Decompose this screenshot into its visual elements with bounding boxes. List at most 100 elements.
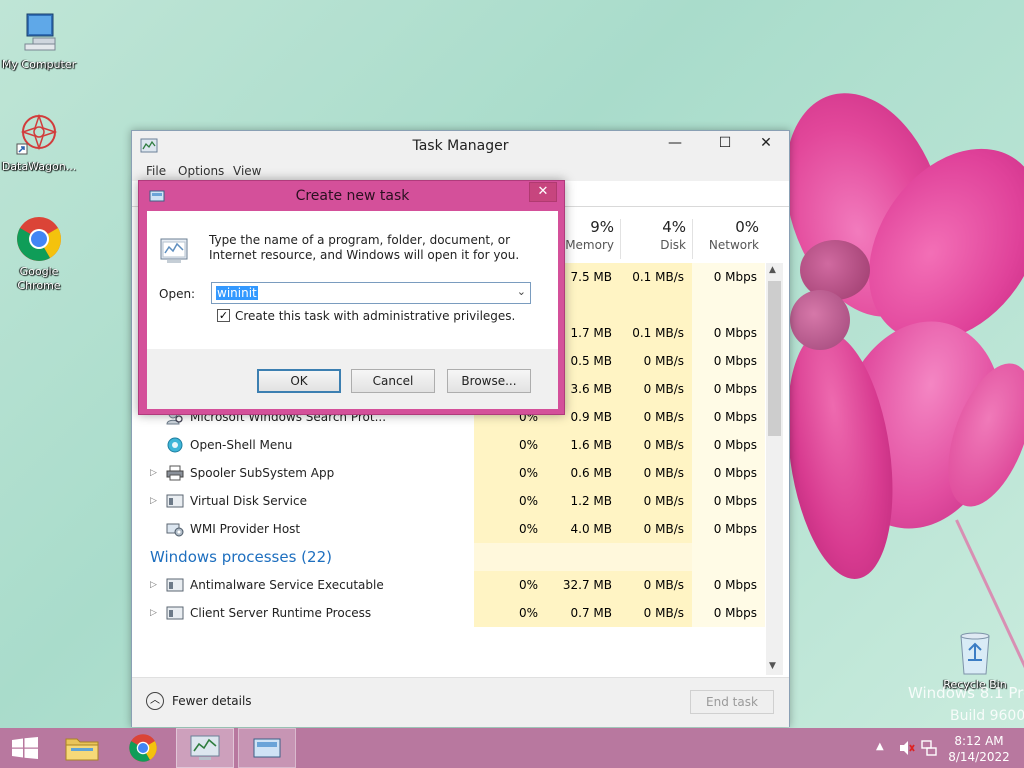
volume-muted-icon[interactable] bbox=[898, 739, 916, 760]
process-row[interactable]: WMI Provider Host 0% 4.0 MB 0 MB/s 0 Mbps bbox=[132, 515, 765, 543]
end-task-button[interactable]: End task bbox=[690, 690, 774, 714]
desktop-icon-label: My Computer bbox=[1, 58, 77, 71]
windows-logo-icon bbox=[12, 737, 38, 762]
desktop-icon-recycle-bin[interactable]: Recycle Bin bbox=[936, 630, 1014, 692]
process-disk: 0 MB/s bbox=[620, 403, 692, 431]
recycle-bin-icon bbox=[955, 630, 995, 676]
process-network: 0 Mbps bbox=[692, 459, 765, 487]
run-dialog-icon bbox=[253, 738, 281, 761]
expand-arrow-icon[interactable]: ▷ bbox=[150, 608, 157, 618]
show-hidden-icons-icon[interactable]: ▲ bbox=[876, 741, 884, 752]
taskbar: ▲ 8:12 AM 8/14/2022 bbox=[0, 728, 1024, 768]
taskbar-file-explorer[interactable] bbox=[56, 728, 108, 768]
process-network: 0 Mbps bbox=[692, 515, 765, 543]
process-disk: 0.1 MB/s bbox=[620, 319, 692, 347]
start-button[interactable] bbox=[0, 728, 48, 768]
folder-icon bbox=[65, 734, 99, 765]
process-disk: 0 MB/s bbox=[620, 347, 692, 375]
disk-label: Disk bbox=[660, 238, 686, 252]
process-name: WMI Provider Host bbox=[190, 522, 301, 536]
process-cpu: 0% bbox=[474, 571, 546, 599]
wallpaper-flower-center bbox=[790, 290, 850, 350]
ok-button[interactable]: OK bbox=[257, 369, 341, 393]
network-label: Network bbox=[708, 238, 759, 252]
process-list-scrollbar[interactable]: ▲ ▼ bbox=[766, 263, 783, 675]
dialog-body: Type the name of a program, folder, docu… bbox=[147, 211, 558, 409]
desktop-icon-label: DataWagon... bbox=[1, 160, 77, 173]
process-memory: 1.6 MB bbox=[546, 431, 620, 459]
process-disk: 0.1 MB/s bbox=[620, 263, 692, 291]
process-network bbox=[692, 291, 765, 319]
process-disk bbox=[620, 291, 692, 319]
process-row[interactable]: Open-Shell Menu 0% 1.6 MB 0 MB/s 0 Mbps bbox=[132, 431, 765, 459]
service-icon bbox=[166, 493, 184, 509]
process-network: 0 Mbps bbox=[692, 571, 765, 599]
chevron-down-icon[interactable]: ⌄ bbox=[517, 285, 526, 298]
maximize-button[interactable]: ☐ bbox=[712, 133, 738, 155]
close-button[interactable]: ✕ bbox=[746, 133, 786, 155]
process-row[interactable]: ▷ Virtual Disk Service 0% 1.2 MB 0 MB/s 0 Mbp… bbox=[132, 487, 765, 515]
column-header-disk[interactable]: 4% Disk bbox=[620, 218, 686, 252]
clock-date[interactable]: 8/14/2022 bbox=[938, 750, 1020, 764]
shell-icon bbox=[166, 437, 184, 453]
process-disk: 0 MB/s bbox=[620, 375, 692, 403]
desktop-icon-google-chrome[interactable]: Google Chrome bbox=[0, 215, 78, 293]
taskbar-chrome[interactable] bbox=[116, 728, 170, 768]
process-disk: 0 MB/s bbox=[620, 571, 692, 599]
taskbar-task-manager[interactable] bbox=[176, 728, 234, 768]
process-name: Spooler SubSystem App bbox=[190, 466, 335, 480]
minimize-button[interactable]: — bbox=[662, 133, 688, 155]
browse-button[interactable]: Browse... bbox=[447, 369, 531, 393]
expand-arrow-icon[interactable]: ▷ bbox=[150, 580, 157, 590]
task-manager-icon bbox=[190, 735, 220, 764]
process-memory: 4.0 MB bbox=[546, 515, 620, 543]
group-cell-filler bbox=[474, 543, 546, 571]
open-combobox[interactable]: wininit ⌄ bbox=[211, 282, 531, 304]
process-cpu: 0% bbox=[474, 515, 546, 543]
chevron-up-icon: ︿ bbox=[146, 692, 164, 710]
menu-bar: File Options View bbox=[132, 161, 789, 181]
desktop-icon-my-computer[interactable]: My Computer bbox=[0, 8, 78, 72]
close-icon: ✕ bbox=[537, 184, 549, 199]
cancel-button[interactable]: Cancel bbox=[351, 369, 435, 393]
computer-icon bbox=[15, 8, 63, 56]
process-memory: 0.6 MB bbox=[546, 459, 620, 487]
process-group-header[interactable]: Windows processes (22) bbox=[132, 543, 765, 571]
clock-time[interactable]: 8:12 AM bbox=[938, 734, 1020, 748]
admin-privileges-label[interactable]: Create this task with administrative pri… bbox=[235, 309, 515, 323]
menu-file[interactable]: File bbox=[146, 164, 166, 178]
expand-arrow-icon[interactable]: ▷ bbox=[150, 496, 157, 506]
column-header-network[interactable]: 0% Network bbox=[692, 218, 759, 252]
process-network: 0 Mbps bbox=[692, 319, 765, 347]
process-row[interactable]: ▷ Antimalware Service Executable 0% 32.7 MB… bbox=[132, 571, 765, 599]
task-manager-titlebar[interactable]: Task Manager — ☐ ✕ bbox=[132, 131, 789, 161]
taskbar-create-new-task[interactable] bbox=[238, 728, 296, 768]
menu-options[interactable]: Options bbox=[178, 164, 224, 178]
menu-view[interactable]: View bbox=[233, 164, 261, 178]
process-name: Open-Shell Menu bbox=[190, 438, 293, 452]
process-name: Client Server Runtime Process bbox=[190, 606, 372, 620]
desktop-icon-datawagon[interactable]: DataWagon... bbox=[0, 110, 78, 174]
wmi-icon bbox=[166, 521, 184, 537]
task-manager-footer: ︿ Fewer details End task bbox=[132, 677, 789, 727]
network-icon[interactable] bbox=[920, 739, 938, 760]
chrome-icon bbox=[128, 733, 158, 766]
windows-build-watermark: Build 9600 bbox=[950, 708, 1024, 724]
group-cell-filler bbox=[620, 543, 692, 571]
scroll-down-icon[interactable]: ▼ bbox=[769, 661, 776, 671]
process-row[interactable]: ▷ Spooler SubSystem App 0% 0.6 MB 0 MB/s 0 Mb… bbox=[132, 459, 765, 487]
windows-edition-watermark: Windows 8.1 Pro bbox=[908, 684, 1024, 702]
minimize-icon: — bbox=[668, 135, 682, 151]
dialog-close-button[interactable]: ✕ bbox=[529, 182, 557, 202]
scroll-up-icon[interactable]: ▲ bbox=[769, 265, 776, 275]
checkmark-icon: ✓ bbox=[218, 309, 229, 322]
process-row[interactable]: ▷ Client Server Runtime Process 0% 0.7 MB 0 … bbox=[132, 599, 765, 627]
scrollbar-thumb[interactable] bbox=[768, 281, 781, 436]
process-name: Virtual Disk Service bbox=[190, 494, 307, 508]
dialog-button-bar: OK Cancel Browse... bbox=[147, 349, 558, 409]
process-disk: 0 MB/s bbox=[620, 431, 692, 459]
process-network: 0 Mbps bbox=[692, 347, 765, 375]
expand-arrow-icon[interactable]: ▷ bbox=[150, 468, 157, 478]
open-combobox-value[interactable]: wininit bbox=[216, 286, 258, 300]
admin-privileges-checkbox[interactable]: ✓ bbox=[217, 309, 230, 322]
